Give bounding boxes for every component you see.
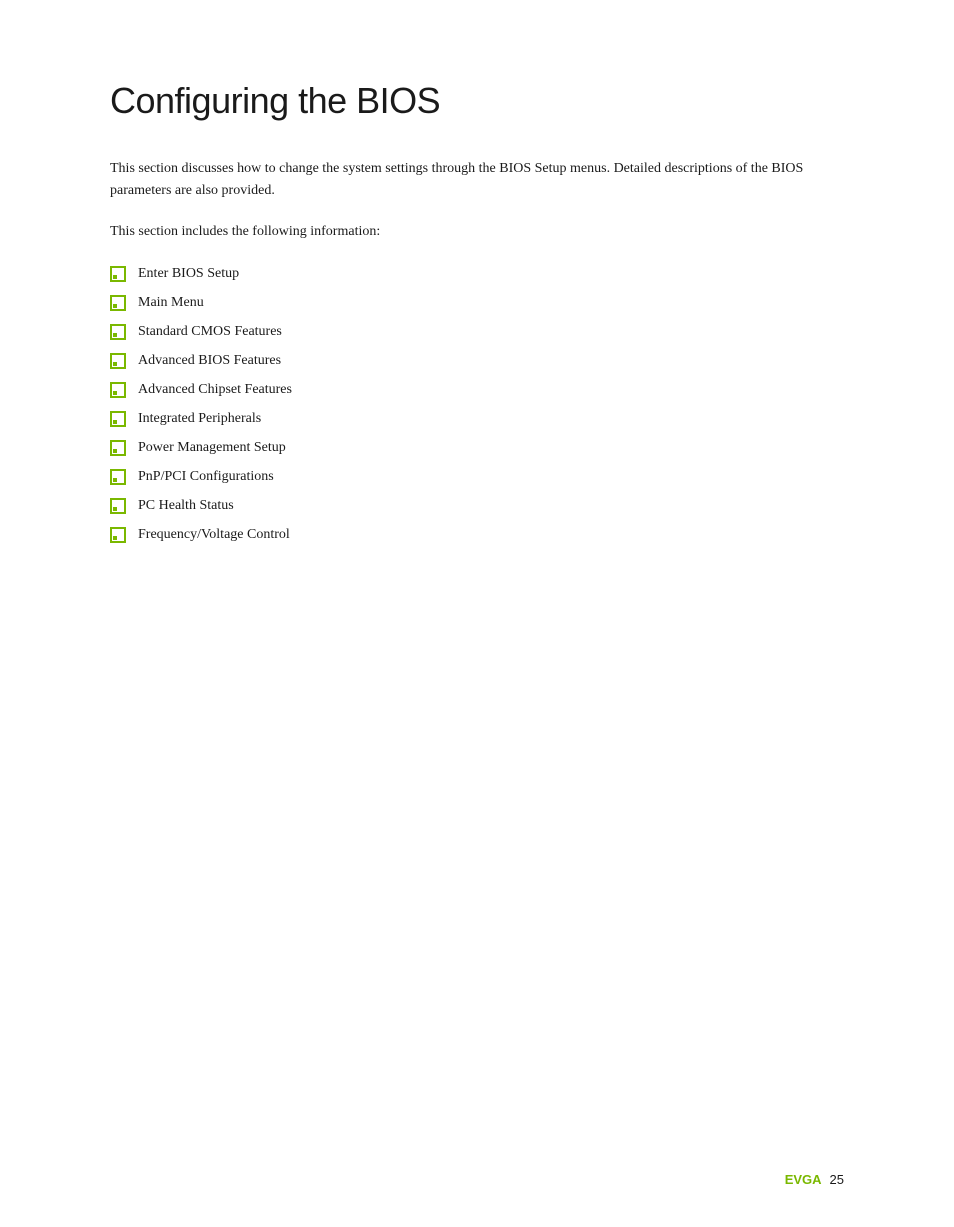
list-item-label: Main Menu [138,292,204,313]
list-item-label: PC Health Status [138,495,234,516]
list-item-label: PnP/PCI Configurations [138,466,274,487]
list-item: Advanced Chipset Features [110,379,844,400]
list-item: Integrated Peripherals [110,408,844,429]
list-item-label: Advanced Chipset Features [138,379,292,400]
list-item: Standard CMOS Features [110,321,844,342]
section-intro: This section includes the following info… [110,221,844,243]
checkbox-icon [110,382,126,398]
list-item-label: Enter BIOS Setup [138,263,239,284]
checkbox-icon [110,527,126,543]
list-item: PC Health Status [110,495,844,516]
footer-brand: EVGA [785,1172,822,1187]
toc-list: Enter BIOS Setup Main Menu Standard CMOS F… [110,263,844,545]
list-item: Main Menu [110,292,844,313]
page-container: Configuring the BIOS This section discus… [0,0,954,1227]
page-title: Configuring the BIOS [110,80,844,122]
checkbox-icon [110,295,126,311]
list-item: Enter BIOS Setup [110,263,844,284]
checkbox-icon [110,469,126,485]
list-item-label: Power Management Setup [138,437,286,458]
intro-paragraph: This section discusses how to change the… [110,158,810,203]
list-item: Advanced BIOS Features [110,350,844,371]
list-item-label: Standard CMOS Features [138,321,282,342]
list-item-label: Integrated Peripherals [138,408,261,429]
checkbox-icon [110,498,126,514]
checkbox-icon [110,353,126,369]
footer-page-number: 25 [830,1172,844,1187]
checkbox-icon [110,266,126,282]
list-item: PnP/PCI Configurations [110,466,844,487]
page-footer: EVGA 25 [785,1172,844,1187]
checkbox-icon [110,411,126,427]
list-item: Frequency/Voltage Control [110,524,844,545]
list-item-label: Advanced BIOS Features [138,350,281,371]
list-item: Power Management Setup [110,437,844,458]
checkbox-icon [110,324,126,340]
checkbox-icon [110,440,126,456]
list-item-label: Frequency/Voltage Control [138,524,290,545]
